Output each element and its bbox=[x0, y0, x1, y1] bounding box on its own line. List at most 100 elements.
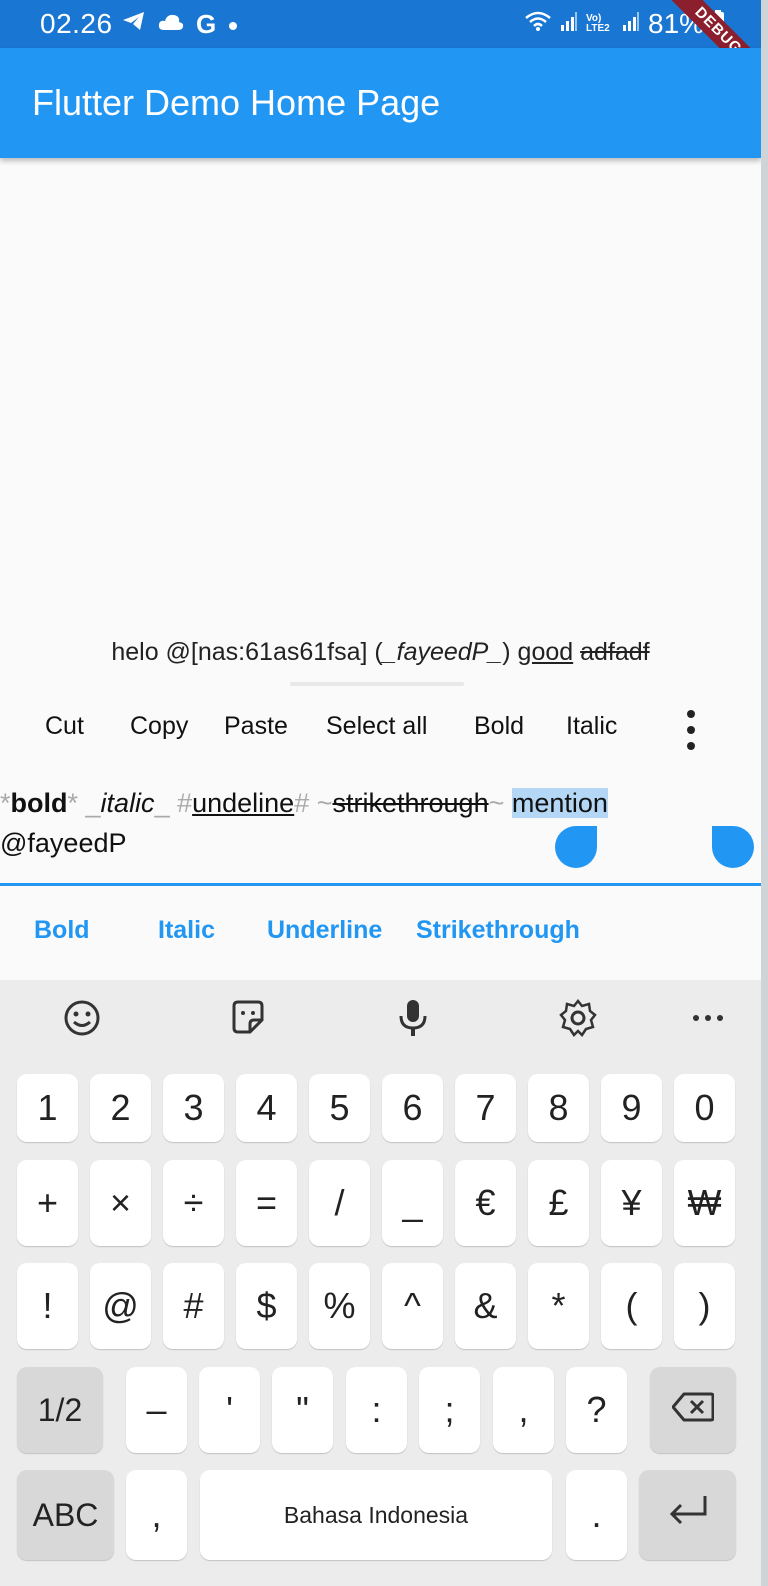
text-field-line-2[interactable]: @fayeedP bbox=[0, 828, 126, 859]
cloud-icon bbox=[158, 10, 184, 38]
signal-icon bbox=[622, 11, 640, 37]
key-asterisk[interactable]: * bbox=[528, 1263, 589, 1349]
key-comma-bottom[interactable]: , bbox=[126, 1470, 187, 1560]
key-5[interactable]: 5 bbox=[309, 1074, 370, 1142]
key-divide[interactable]: ÷ bbox=[163, 1160, 224, 1246]
markup-marker: * bbox=[67, 788, 86, 818]
key-at[interactable]: @ bbox=[90, 1263, 151, 1349]
key-dash[interactable]: – bbox=[126, 1367, 187, 1453]
emoji-icon[interactable] bbox=[62, 998, 102, 1038]
key-colon[interactable]: : bbox=[346, 1367, 407, 1453]
app-bar: Flutter Demo Home Page bbox=[0, 48, 761, 158]
key-3[interactable]: 3 bbox=[163, 1074, 224, 1142]
key-won[interactable]: ₩ bbox=[674, 1160, 735, 1246]
status-time: 02.26 bbox=[40, 8, 113, 39]
wifi-icon bbox=[524, 10, 552, 38]
backspace-icon bbox=[671, 1389, 715, 1431]
copy-button[interactable]: Copy bbox=[130, 712, 188, 741]
settings-icon[interactable] bbox=[558, 998, 598, 1038]
key-4[interactable]: 4 bbox=[236, 1074, 297, 1142]
markup-marker: # ~ bbox=[294, 788, 333, 818]
app-screen: 02.26 G Vo) LTE2 81% DEBUG Flutter Demo … bbox=[0, 0, 761, 1586]
paste-button[interactable]: Paste bbox=[224, 712, 288, 741]
more-vert-icon[interactable] bbox=[681, 710, 701, 750]
enter-key[interactable] bbox=[639, 1470, 736, 1560]
key-0[interactable]: 0 bbox=[674, 1074, 735, 1142]
text-field-line-1[interactable]: *bold* _italic_ #undeline# ~strikethroug… bbox=[0, 788, 608, 819]
key-hash[interactable]: # bbox=[163, 1263, 224, 1349]
key-comma[interactable]: , bbox=[493, 1367, 554, 1453]
text-field-underline bbox=[0, 883, 761, 886]
key-pound[interactable]: £ bbox=[528, 1160, 589, 1246]
key-equals[interactable]: = bbox=[236, 1160, 297, 1246]
key-exclamation[interactable]: ! bbox=[17, 1263, 78, 1349]
select-all-button[interactable]: Select all bbox=[326, 712, 427, 741]
key-underscore[interactable]: _ bbox=[382, 1160, 443, 1246]
key-euro[interactable]: € bbox=[455, 1160, 516, 1246]
space-key[interactable]: Bahasa Indonesia bbox=[200, 1470, 552, 1560]
preview-segment-strike: adfadf bbox=[580, 638, 650, 666]
sticker-icon[interactable] bbox=[228, 998, 268, 1038]
key-question[interactable]: ? bbox=[566, 1367, 627, 1453]
screen-edge bbox=[761, 0, 768, 1586]
key-plus[interactable]: + bbox=[17, 1160, 78, 1246]
bold-menu-button[interactable]: Bold bbox=[474, 712, 524, 741]
underline-text: undeline bbox=[192, 788, 295, 818]
abc-key[interactable]: ABC bbox=[17, 1470, 114, 1560]
microphone-icon[interactable] bbox=[393, 998, 433, 1038]
markup-marker: _ # bbox=[154, 788, 193, 818]
italic-text: italic bbox=[100, 788, 155, 818]
key-yen[interactable]: ¥ bbox=[601, 1160, 662, 1246]
cut-button[interactable]: Cut bbox=[45, 712, 84, 741]
key-slash[interactable]: / bbox=[309, 1160, 370, 1246]
key-dollar[interactable]: $ bbox=[236, 1263, 297, 1349]
key-quote[interactable]: " bbox=[272, 1367, 333, 1453]
preview-divider bbox=[290, 682, 464, 686]
google-icon: G bbox=[196, 8, 217, 39]
key-6[interactable]: 6 bbox=[382, 1074, 443, 1142]
telegram-icon bbox=[122, 10, 146, 39]
key-1[interactable]: 1 bbox=[17, 1074, 78, 1142]
key-9[interactable]: 9 bbox=[601, 1074, 662, 1142]
key-multiply[interactable]: × bbox=[90, 1160, 151, 1246]
enter-icon bbox=[667, 1494, 709, 1537]
bold-text: bold bbox=[10, 788, 68, 818]
underline-button[interactable]: Underline bbox=[267, 916, 382, 945]
app-bar-title: Flutter Demo Home Page bbox=[32, 82, 441, 123]
selection-handle-end[interactable] bbox=[712, 826, 754, 868]
strikethrough-button[interactable]: Strikethrough bbox=[416, 916, 580, 945]
key-7[interactable]: 7 bbox=[455, 1074, 516, 1142]
backspace-key[interactable] bbox=[650, 1367, 736, 1453]
status-bar: 02.26 G Vo) LTE2 81% DEBUG bbox=[0, 0, 761, 92]
markup-marker: * bbox=[0, 788, 11, 818]
italic-button[interactable]: Italic bbox=[158, 916, 215, 945]
text-selection-toolbar: Cut Copy Paste Select all Bold Italic bbox=[0, 700, 761, 760]
key-ampersand[interactable]: & bbox=[455, 1263, 516, 1349]
selection-handle-start[interactable] bbox=[555, 826, 597, 868]
keyboard-toolbar bbox=[0, 980, 761, 1058]
status-icons-left: G bbox=[122, 8, 238, 40]
key-caret[interactable]: ^ bbox=[382, 1263, 443, 1349]
markup-marker: ~ bbox=[488, 788, 512, 818]
more-horiz-icon[interactable] bbox=[688, 998, 728, 1038]
key-percent[interactable]: % bbox=[309, 1263, 370, 1349]
page-toggle-key[interactable]: 1/2 bbox=[17, 1367, 103, 1453]
selected-text: mention bbox=[511, 788, 608, 818]
key-8[interactable]: 8 bbox=[528, 1074, 589, 1142]
key-paren-close[interactable]: ) bbox=[674, 1263, 735, 1349]
key-period[interactable]: . bbox=[566, 1470, 627, 1560]
key-paren-open[interactable]: ( bbox=[601, 1263, 662, 1349]
italic-menu-button[interactable]: Italic bbox=[566, 712, 617, 741]
dot-icon bbox=[228, 10, 238, 38]
key-semicolon[interactable]: ; bbox=[419, 1367, 480, 1453]
bold-button[interactable]: Bold bbox=[34, 916, 90, 945]
key-2[interactable]: 2 bbox=[90, 1074, 151, 1142]
preview-segment-italic: _fayeedP_ bbox=[382, 638, 503, 666]
preview-segment-underline: good bbox=[517, 638, 574, 666]
key-apostrophe[interactable]: ' bbox=[199, 1367, 260, 1453]
signal-icon bbox=[560, 11, 578, 37]
strikethrough-text: strikethrough bbox=[332, 788, 489, 818]
markup-marker: _ bbox=[85, 788, 101, 818]
rendered-preview: helo @[nas:61as61fsa] (_fayeedP_) good a… bbox=[0, 638, 761, 667]
preview-segment: helo @[nas:61as61fsa] ( bbox=[111, 638, 383, 666]
